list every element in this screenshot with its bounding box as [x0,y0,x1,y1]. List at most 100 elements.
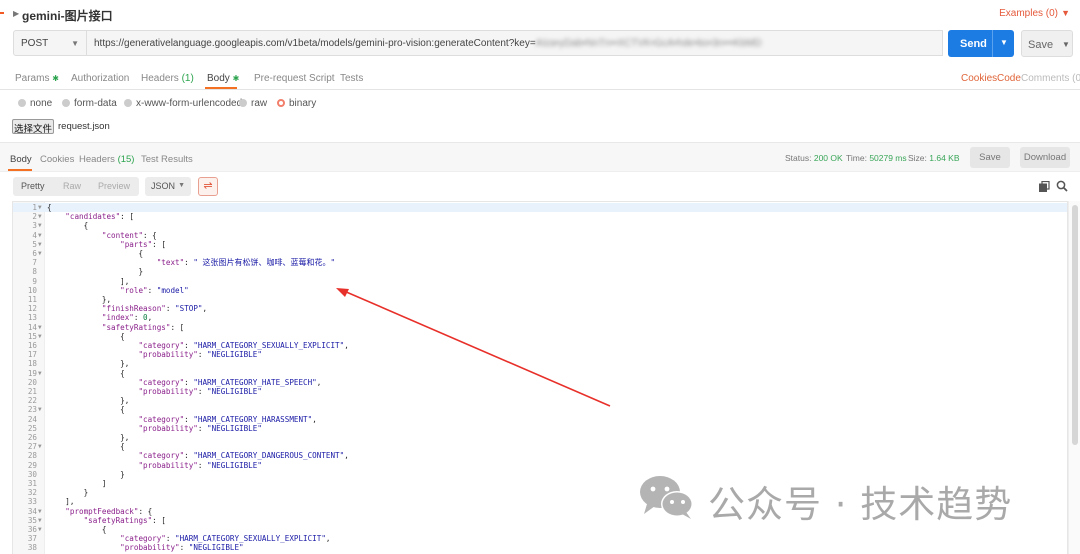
code-line: 10 "role": "model" [13,286,1067,295]
code-text: { [138,249,144,258]
chevron-down-icon[interactable]: ▼ [1062,40,1070,49]
response-status: Status: 200 OK [785,153,843,163]
radio-form-data[interactable]: form-data [62,98,117,109]
code-line: 18 }, [13,359,1067,368]
chevron-down-icon[interactable]: ▼ [1061,8,1070,18]
radio-none[interactable]: none [18,98,52,109]
request-tabs: Params ✱ Authorization Headers (1) Body … [0,66,1080,90]
view-preview[interactable]: Preview [98,181,130,191]
tab-response-body[interactable]: Body [10,154,32,165]
fold-toggle-icon[interactable]: ▼ [38,249,42,258]
collapse-caret-icon[interactable]: ▶ [13,9,19,18]
code-text: ], [120,276,130,286]
code-line: 5 ▼ "parts": [ [13,239,1067,249]
radio-binary[interactable]: binary [277,98,316,109]
code-line: 21 "probability": "NEGLIGIBLE" [13,387,1067,396]
tab-params[interactable]: Params ✱ [15,73,59,84]
fold-toggle-icon[interactable]: ▼ [38,212,42,221]
view-pretty[interactable]: Pretty [21,181,45,191]
view-raw[interactable]: Raw [63,181,81,191]
tab-body[interactable]: Body ✱ [207,73,239,84]
line-number: 7 [32,258,37,268]
fold-toggle-icon[interactable]: ▼ [38,525,42,534]
save-label: Save [1028,39,1054,51]
fold-toggle-icon[interactable]: ▼ [38,507,42,516]
tab-authorization[interactable]: Authorization [71,73,129,84]
radio-raw[interactable]: raw [239,98,267,109]
tab-headers[interactable]: Headers (1) [141,73,194,84]
comments-link[interactable]: Comments (0) [1021,73,1080,84]
download-button[interactable]: Download [1020,147,1070,168]
code-link[interactable]: Code [997,73,1021,84]
line-number: 11 [27,295,37,304]
code-text: "category": "HARM_CATEGORY_DANGEROUS_CON… [138,451,349,461]
url-input[interactable]: https://generativelanguage.googleapis.co… [87,30,943,56]
send-label: Send [960,38,987,50]
tab-test-results[interactable]: Test Results [141,154,193,165]
url-text: https://generativelanguage.googleapis.co… [94,38,536,49]
fold-toggle-icon[interactable]: ▼ [38,442,42,451]
editor-scrollbar[interactable] [1068,201,1080,554]
body-type-options: none form-data x-www-form-urlencoded raw… [0,95,1080,111]
send-button[interactable]: Send ▼ [948,30,1014,57]
url-api-key-redacted: AIza•yDab•NnTn••XCTVK•GcA•hde•bo•3n•••Kb… [535,38,762,49]
cookies-link[interactable]: Cookies [961,73,997,84]
method-value: POST [21,38,49,49]
fold-toggle-icon[interactable]: ▼ [38,332,42,341]
copy-icon[interactable] [1039,181,1050,192]
format-value: JSON [151,181,176,191]
examples-link[interactable]: Examples (0) [999,8,1058,19]
file-name: request.json [58,121,110,132]
request-name[interactable]: gemini-图片接口 [22,7,113,24]
wrap-lines-icon[interactable]: ⇌ [198,177,218,196]
tab-pre-request-script[interactable]: Pre-request Script [254,73,335,84]
code-line: 4 ▼ "content": { [13,231,1067,240]
code-text: "category": "HARM_CATEGORY_HARASSMENT", [138,414,317,424]
code-text: "text": " 这张图片有松饼、咖啡、蓝莓和花。" [156,258,336,268]
response-bar: Body Cookies Headers (15) Test Results S… [0,142,1080,172]
line-number: 25 [27,423,37,433]
code-text: } [138,267,144,277]
scrollbar-thumb[interactable] [1072,205,1078,445]
code-line: 26 }, [13,433,1067,442]
line-number: 28 [27,451,37,461]
code-line: 16 "category": "HARM_CATEGORY_SEXUALLY_E… [13,341,1067,350]
modified-dot-icon: ✱ [52,74,59,83]
fold-toggle-icon[interactable]: ▼ [38,323,42,332]
code-text: } [120,469,125,479]
code-text: { [120,442,125,452]
fold-toggle-icon[interactable]: ▼ [38,231,42,240]
fold-toggle-icon[interactable]: ▼ [38,405,42,414]
tab-response-cookies[interactable]: Cookies [40,154,74,165]
line-number: 34 [27,506,37,516]
chevron-down-icon: ▼ [178,182,185,189]
choose-file-button[interactable]: 选择文件 [12,119,54,135]
fold-toggle-icon[interactable]: ▼ [38,369,42,378]
fold-toggle-icon[interactable]: ▼ [38,240,42,249]
tab-response-headers[interactable]: Headers (15) [79,154,134,165]
search-icon[interactable] [1056,180,1068,192]
line-number: 5 [32,239,37,249]
code-text: { [101,525,107,534]
line-number: 6 [32,249,37,258]
code-text: "category": "HARM_CATEGORY_HATE_SPEECH", [138,377,322,387]
code-line: 28 "category": "HARM_CATEGORY_DANGEROUS_… [13,451,1067,461]
chevron-down-icon[interactable]: ▼ [1000,38,1008,47]
radio-x-www-form-urlencoded[interactable]: x-www-form-urlencoded [124,98,242,109]
fold-toggle-icon[interactable]: ▼ [38,516,42,525]
fold-toggle-icon[interactable]: ▼ [38,221,42,230]
line-number: 22 [27,396,37,406]
code-line: 1 ▼ { [13,203,1067,213]
method-select[interactable]: POST ▼ [13,30,87,56]
save-button[interactable]: Save ▼ [1021,30,1073,57]
fold-toggle-icon[interactable]: ▼ [38,203,42,212]
save-response-button[interactable]: Save [970,147,1010,168]
wechat-icon [640,476,693,519]
radio-circle [18,99,26,107]
format-select[interactable]: JSON ▼ [145,177,191,196]
tab-tests[interactable]: Tests [340,73,363,84]
code-text: }, [120,396,130,406]
code-text: } [83,488,89,498]
code-line: 6 ▼ { [13,249,1067,258]
postman-window: ▶ gemini-图片接口 Examples (0) ▼ POST ▼ http… [0,0,1080,554]
